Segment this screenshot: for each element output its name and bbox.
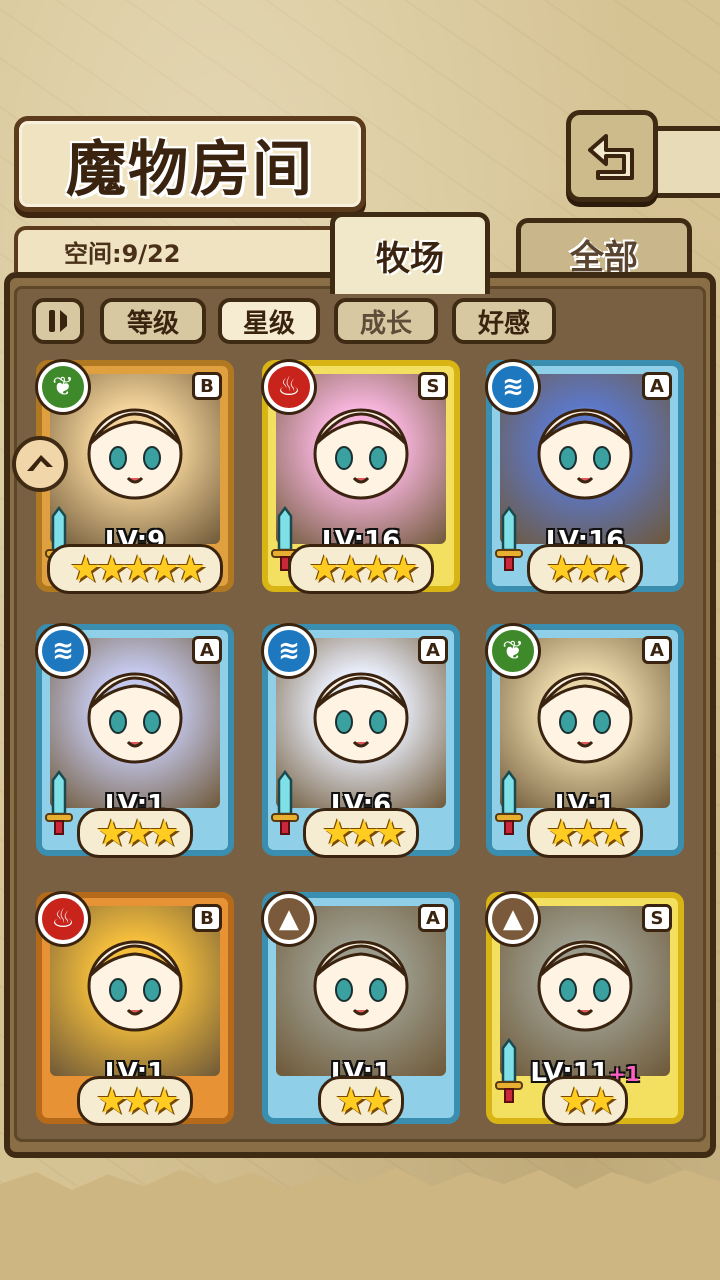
fire-element-icon: ♨ — [264, 362, 314, 412]
sort-level-button[interactable]: 等级 — [100, 298, 206, 344]
star-rating: ★★ — [558, 1081, 618, 1122]
monster-card[interactable]: A ▲ LV:1 ★★ — [262, 892, 460, 1126]
earth-element-icon: ▲ — [264, 894, 314, 944]
monster-rank-badge: B — [192, 904, 222, 932]
star-rating: ★★ — [334, 1081, 394, 1122]
monster-rank-badge: A — [418, 904, 448, 932]
water-element-icon: ≋ — [488, 362, 538, 412]
sort-growth-button[interactable]: 成长 — [334, 298, 438, 344]
monster-rank-badge: A — [642, 372, 672, 400]
earth-element-icon: ▲ — [488, 894, 538, 944]
tab-ranch[interactable]: 牧场 — [330, 212, 490, 294]
sort-star-button[interactable]: 星级 — [218, 298, 320, 344]
monster-card[interactable]: A ≋ LV:6 ★★★ — [262, 624, 460, 858]
sort-star-label: 星级 — [242, 308, 295, 339]
star-rating: ★★★★ — [308, 549, 419, 590]
star-rating: ★★★ — [545, 549, 631, 590]
monster-rank-badge: A — [642, 636, 672, 664]
sort-affection-button[interactable]: 好感 — [452, 298, 556, 344]
monster-rank-badge: B — [192, 372, 222, 400]
sort-level-label: 等级 — [126, 308, 179, 339]
sort-toggle-button[interactable] — [32, 298, 84, 344]
monster-card[interactable]: A ≋ LV:16 ★★★ — [486, 360, 684, 594]
monster-card[interactable]: B ❦ LV:9 ★★★★★ — [36, 360, 234, 594]
pause-sort-icon — [49, 310, 67, 332]
star-rating: ★★★ — [95, 1081, 181, 1122]
fire-element-icon: ♨ — [38, 894, 88, 944]
monster-card[interactable]: A ≋ LV:1 ★★★ — [36, 624, 234, 858]
tab-ranch-label: 牧场 — [376, 239, 444, 279]
space-capacity: 空间:9/22 — [14, 226, 344, 272]
space-label: 空间:9/22 — [64, 239, 181, 268]
back-button[interactable] — [566, 110, 658, 202]
monster-rank-badge: A — [418, 636, 448, 664]
page-title: 魔物房间 — [66, 134, 314, 205]
star-rating: ★★★ — [545, 813, 631, 854]
arrow-right-icon — [27, 455, 53, 471]
grass-element-icon: ❦ — [38, 362, 88, 412]
star-rating: ★★★★★ — [69, 549, 206, 590]
star-rating: ★★★ — [95, 813, 181, 854]
star-rating: ★★★ — [321, 813, 407, 854]
monster-card[interactable]: B ♨ LV:1 ★★★ — [36, 892, 234, 1126]
grass-element-icon: ❦ — [488, 626, 538, 676]
monster-rank-badge: S — [418, 372, 448, 400]
monster-card[interactable]: S ♨ LV:16 ★★★★ — [262, 360, 460, 594]
sort-affection-label: 好感 — [477, 308, 530, 339]
water-element-icon: ≋ — [38, 626, 88, 676]
title-plate: 魔物房间 — [14, 116, 366, 212]
monster-card[interactable]: A ❦ LV:1 ★★★ — [486, 624, 684, 858]
back-arrow-icon — [588, 134, 634, 180]
monster-rank-badge: S — [642, 904, 672, 932]
monster-card[interactable]: S ▲ LV:11+1 ★★ — [486, 892, 684, 1126]
side-expand-button[interactable] — [12, 436, 68, 492]
water-element-icon: ≋ — [264, 626, 314, 676]
monster-rank-badge: A — [192, 636, 222, 664]
sort-growth-label: 成长 — [359, 308, 412, 339]
